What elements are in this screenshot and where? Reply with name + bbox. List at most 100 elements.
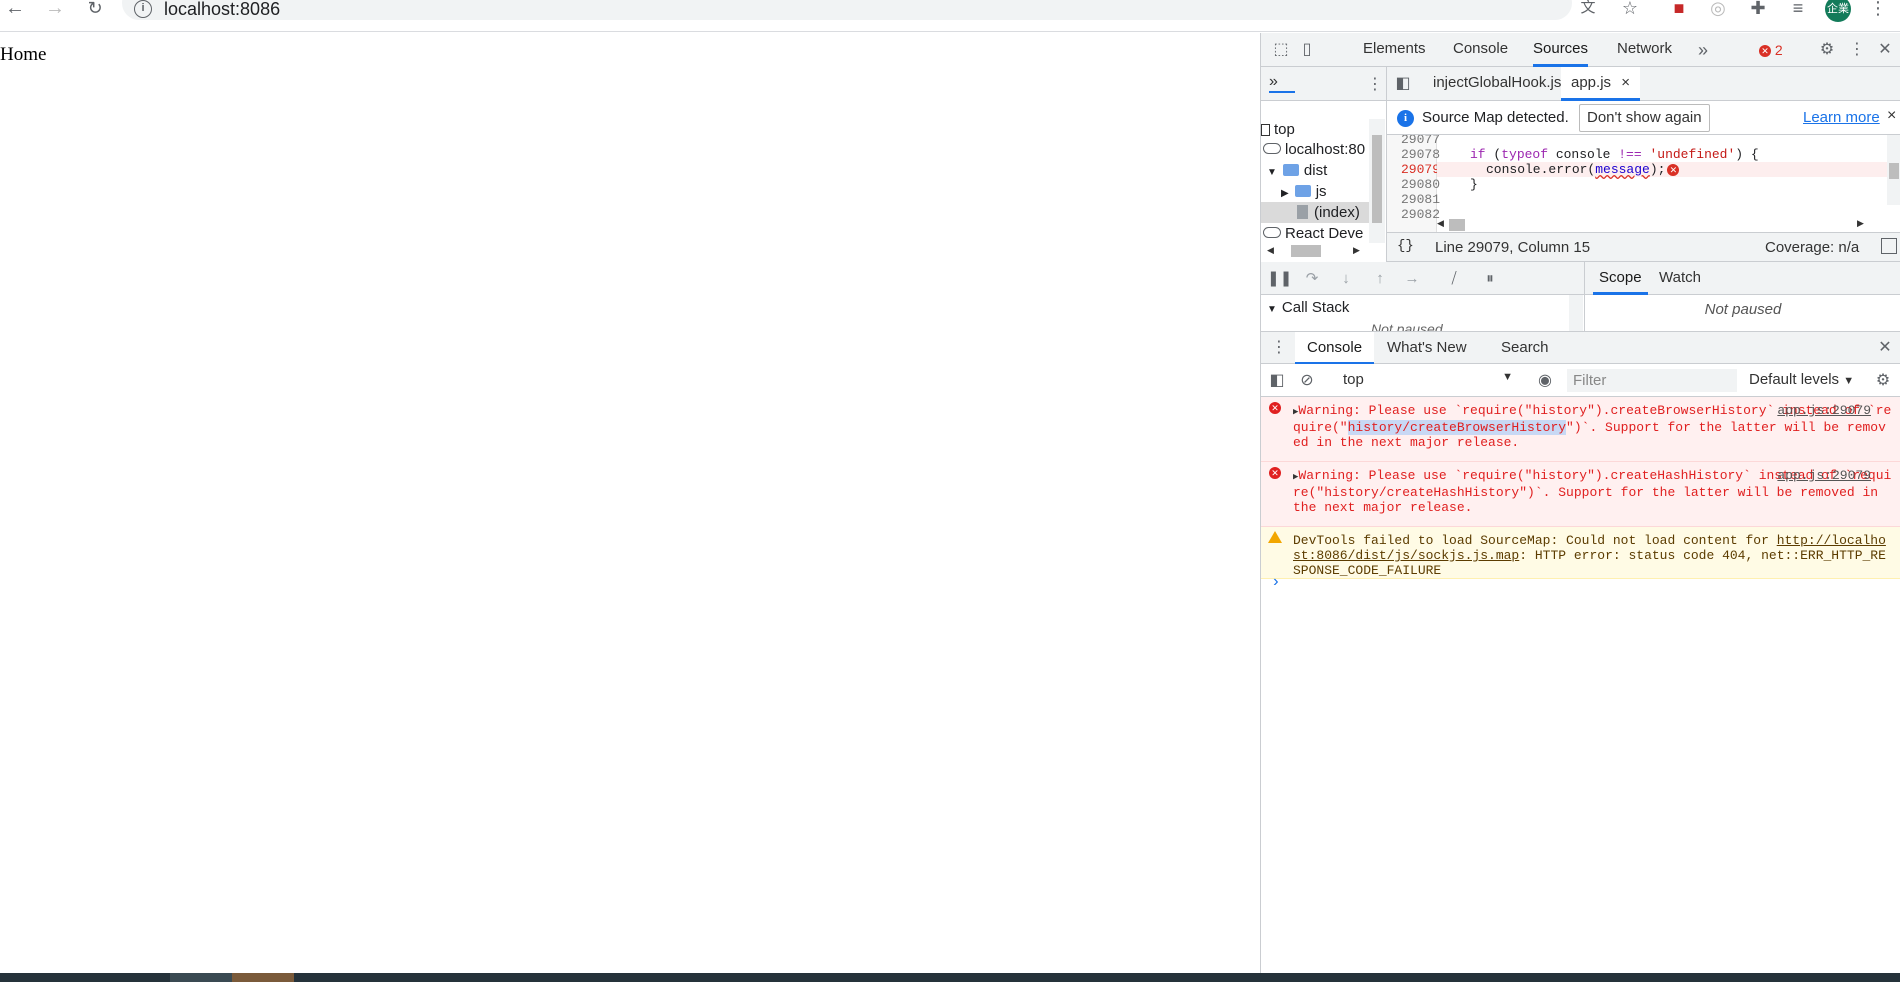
close-devtools-icon[interactable]: ✕ bbox=[1875, 41, 1895, 59]
message-source-link[interactable]: app.js:29079 bbox=[1777, 403, 1871, 418]
call-stack-header[interactable]: ▼ Call Stack bbox=[1267, 299, 1349, 316]
tree-item-label: top bbox=[1274, 121, 1295, 138]
collapsed-triangle-icon[interactable]: ▶ bbox=[1281, 188, 1289, 199]
extension-icon[interactable]: ■ bbox=[1667, 0, 1691, 20]
step-icon[interactable]: → bbox=[1401, 270, 1423, 288]
devtools-menu-icon[interactable]: ⋮ bbox=[1847, 41, 1867, 59]
tree-item-js[interactable]: ▶ js bbox=[1281, 181, 1369, 202]
browser-toolbar: ← → ↻ i localhost:8086 文 ☆ ■ ◎ ✚ ≡ 企業 ⋮ bbox=[0, 0, 1900, 32]
extension-icon[interactable]: ◎ bbox=[1706, 0, 1730, 20]
tree-item-localhost[interactable]: localhost:80 bbox=[1263, 139, 1369, 160]
drawer-tab-whats-new[interactable]: What's New bbox=[1387, 332, 1467, 365]
taskbar-item[interactable] bbox=[170, 973, 232, 982]
learn-more-link[interactable]: Learn more bbox=[1803, 109, 1880, 126]
editor-vscrollbar[interactable] bbox=[1887, 135, 1900, 205]
toggle-debugger-icon[interactable] bbox=[1881, 238, 1897, 254]
taskbar-item[interactable] bbox=[232, 973, 294, 982]
menu-dots-icon[interactable]: ⋮ bbox=[1866, 0, 1890, 20]
console-filter-input[interactable] bbox=[1567, 369, 1737, 392]
call-stack-scrollbar[interactable] bbox=[1569, 295, 1583, 331]
console-toolbar: ◧ ⊘ top ▼ ◉ Default levels ▼ ⚙ bbox=[1261, 364, 1900, 397]
inspect-element-icon[interactable]: ⬚ bbox=[1271, 41, 1291, 59]
console-settings-gear-icon[interactable]: ⚙ bbox=[1873, 371, 1893, 391]
coverage-text: Coverage: n/a bbox=[1765, 239, 1860, 256]
tab-sources[interactable]: Sources bbox=[1533, 33, 1589, 67]
back-arrow-icon[interactable]: ← bbox=[2, 0, 28, 20]
folder-icon bbox=[1282, 164, 1299, 176]
tree-item-dist[interactable]: ▼ dist bbox=[1267, 160, 1369, 181]
console-message-warning: DevTools failed to load SourceMap: Could… bbox=[1261, 527, 1900, 579]
step-out-icon[interactable]: ↑ bbox=[1369, 270, 1391, 288]
horizontal-scroll-thumb[interactable] bbox=[1449, 219, 1465, 231]
deactivate-breakpoints-icon[interactable]: ⧸ bbox=[1443, 270, 1465, 288]
tree-item-index[interactable]: (index) bbox=[1261, 202, 1369, 223]
drawer-tab-bar: ⋮ Console What's New Search ✕ bbox=[1261, 331, 1900, 365]
puzzle-icon[interactable]: ✚ bbox=[1746, 0, 1770, 20]
avatar[interactable]: 企業 bbox=[1825, 0, 1851, 22]
close-drawer-icon[interactable]: ✕ bbox=[1875, 339, 1895, 357]
console-message-text[interactable]: DevTools failed to load SourceMap: Could… bbox=[1293, 533, 1893, 578]
bookmark-star-icon[interactable]: ☆ bbox=[1618, 0, 1642, 20]
tab-scope[interactable]: Scope bbox=[1593, 262, 1648, 295]
close-tab-icon[interactable]: × bbox=[1621, 74, 1630, 91]
reading-list-icon[interactable]: ≡ bbox=[1786, 0, 1810, 20]
log-levels-dropdown[interactable]: Default levels ▼ bbox=[1749, 371, 1854, 388]
pause-icon[interactable]: ❚❚ bbox=[1267, 270, 1292, 288]
settings-gear-icon[interactable]: ⚙ bbox=[1817, 41, 1837, 59]
url-text[interactable]: localhost:8086 bbox=[164, 0, 280, 20]
toggle-navigator-icon[interactable]: ◧ bbox=[1393, 75, 1413, 93]
step-over-icon[interactable]: ↷ bbox=[1301, 270, 1323, 288]
dont-show-again-button[interactable]: Don't show again bbox=[1579, 104, 1710, 132]
screen: ← → ↻ i localhost:8086 文 ☆ ■ ◎ ✚ ≡ 企業 ⋮ … bbox=[0, 0, 1900, 982]
close-infobar-icon[interactable]: × bbox=[1887, 107, 1896, 125]
site-info-icon[interactable]: i bbox=[134, 0, 152, 18]
code-token: console bbox=[1548, 147, 1619, 162]
editor-tab-bar: ◧ injectGlobalHook.js app.js × bbox=[1387, 67, 1900, 101]
horizontal-scroll-thumb[interactable] bbox=[1291, 245, 1321, 257]
frame-icon bbox=[1261, 124, 1270, 136]
expanded-triangle-icon[interactable]: ▼ bbox=[1267, 167, 1277, 178]
address-bar[interactable]: i localhost:8086 bbox=[122, 0, 1572, 20]
editor-hscrollbar[interactable]: ◀ ▶ bbox=[1437, 218, 1877, 232]
tree-item-react-devtools[interactable]: React Deve▼ bbox=[1263, 223, 1383, 244]
clear-console-icon[interactable]: ⊘ bbox=[1297, 371, 1317, 391]
tree-item-top[interactable]: top bbox=[1261, 119, 1369, 140]
error-count-badge[interactable]: ✕ 2 bbox=[1759, 42, 1783, 58]
live-expression-eye-icon[interactable]: ◉ bbox=[1535, 371, 1555, 391]
message-source-link[interactable]: app.js:29079 bbox=[1777, 468, 1871, 483]
drawer-menu-icon[interactable]: ⋮ bbox=[1269, 339, 1289, 357]
scroll-left-icon[interactable]: ◀ bbox=[1437, 218, 1444, 229]
forward-arrow-icon[interactable]: → bbox=[42, 0, 68, 20]
drawer-tab-search[interactable]: Search bbox=[1501, 332, 1549, 365]
drawer-tab-console[interactable]: Console bbox=[1295, 332, 1375, 365]
tab-watch[interactable]: Watch bbox=[1659, 262, 1701, 295]
navigator-menu-icon[interactable]: ⋮ bbox=[1367, 74, 1383, 94]
step-into-icon[interactable]: ↓ bbox=[1335, 270, 1357, 288]
pretty-print-icon[interactable]: {} bbox=[1397, 238, 1414, 254]
tab-network[interactable]: Network bbox=[1617, 33, 1672, 67]
device-toolbar-icon[interactable]: ▯ bbox=[1297, 41, 1317, 59]
console-prompt[interactable]: › bbox=[1271, 573, 1281, 591]
scroll-right-icon[interactable]: ▶ bbox=[1857, 218, 1864, 229]
tab-console[interactable]: Console bbox=[1453, 33, 1508, 67]
scrollbar-thumb[interactable] bbox=[1372, 135, 1382, 223]
translate-icon[interactable]: 文 bbox=[1576, 0, 1600, 20]
context-value: top bbox=[1343, 371, 1364, 388]
tab-elements[interactable]: Elements bbox=[1363, 33, 1426, 67]
more-tabs-icon[interactable]: » bbox=[1693, 41, 1713, 59]
editor-tab-injectglobalhook[interactable]: injectGlobalHook.js bbox=[1425, 67, 1569, 101]
cloud-icon bbox=[1263, 227, 1281, 238]
reload-icon[interactable]: ↻ bbox=[82, 0, 108, 20]
editor-tab-appjs[interactable]: app.js × bbox=[1561, 67, 1640, 101]
context-selector[interactable]: top ▼ bbox=[1343, 371, 1513, 388]
dropdown-arrow-icon: ▼ bbox=[1843, 375, 1855, 387]
more-panes-icon[interactable]: » bbox=[1269, 73, 1295, 93]
scroll-left-icon[interactable]: ◀ bbox=[1267, 245, 1274, 256]
inline-error-icon[interactable]: ✕ bbox=[1667, 164, 1680, 176]
folder-icon bbox=[1294, 185, 1311, 197]
console-sidebar-icon[interactable]: ◧ bbox=[1267, 371, 1287, 391]
navigator-scrollbar[interactable] bbox=[1369, 119, 1385, 243]
pause-on-exceptions-icon[interactable]: ⏸ bbox=[1479, 270, 1501, 288]
scroll-right-icon[interactable]: ▶ bbox=[1353, 245, 1360, 256]
scrollbar-thumb[interactable] bbox=[1889, 163, 1899, 179]
